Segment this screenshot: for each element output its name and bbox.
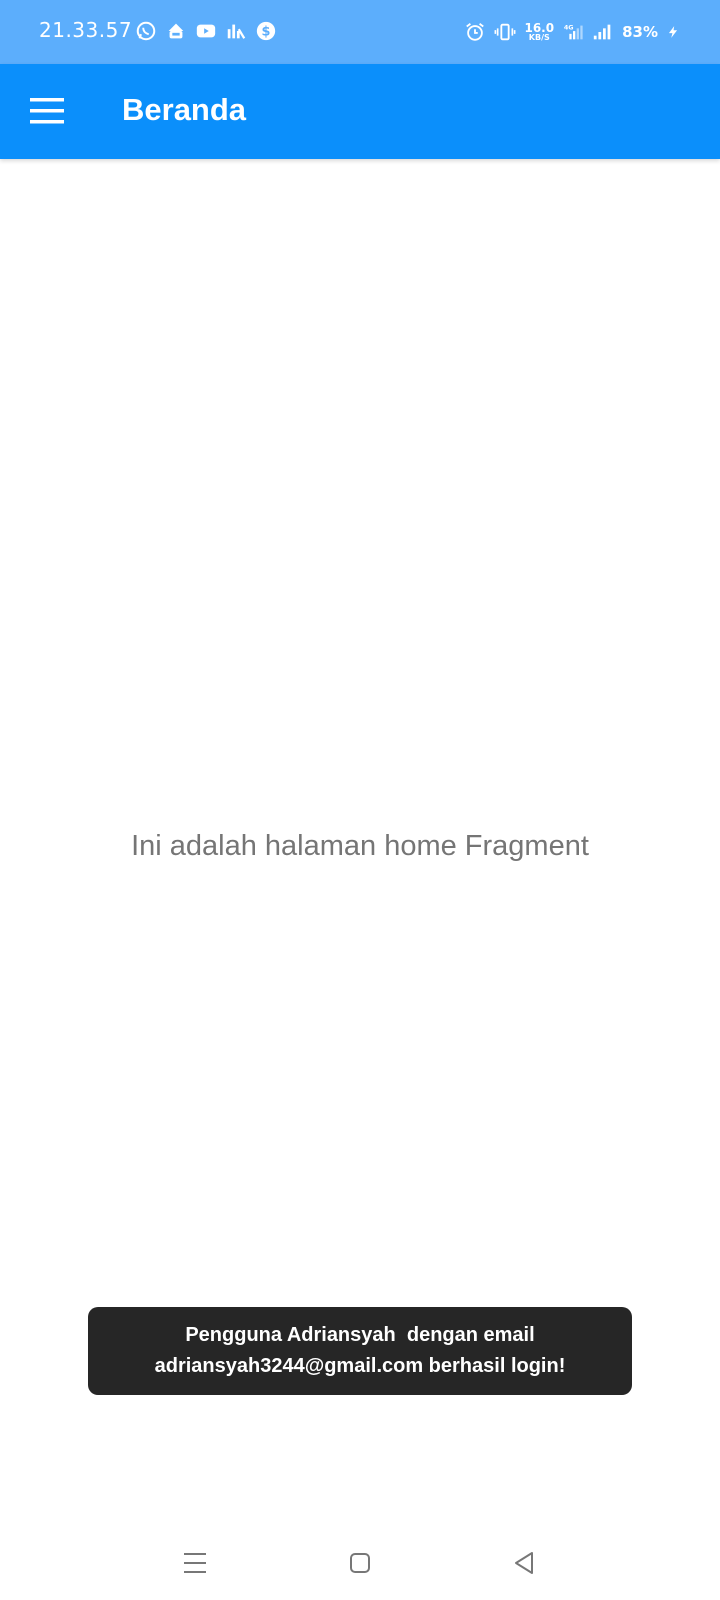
system-navigation-bar: [0, 1530, 720, 1600]
svg-text:4G: 4G: [564, 23, 574, 31]
page-title: Beranda: [122, 92, 247, 127]
svg-text:$: $: [262, 25, 271, 40]
alarm-icon: [466, 23, 485, 41]
dollar-icon: $: [256, 21, 276, 41]
system-status-icons: 16.0 KB/S 4G 83%: [464, 19, 680, 45]
whatsapp-icon: [136, 21, 156, 41]
back-icon[interactable]: [510, 1548, 540, 1578]
signal-icon: [593, 24, 611, 40]
charging-icon: [668, 26, 678, 38]
home-fragment-text: Ini adalah halaman home Fragment: [131, 830, 589, 862]
network-speed-unit: KB/S: [528, 33, 550, 42]
app-bar: Beranda: [0, 64, 720, 159]
stats-icon: [227, 24, 246, 39]
app-notification-icon: [168, 23, 184, 39]
status-bar: 21.33.57 $ 16.0 KB/S 4G 83%: [0, 0, 720, 64]
recent-apps-icon[interactable]: [180, 1548, 210, 1578]
network-speed: 16.0 KB/S: [524, 22, 554, 42]
home-icon[interactable]: [345, 1548, 375, 1578]
login-success-toast: Pengguna Adriansyah dengan email adrians…: [88, 1307, 632, 1395]
toast-line-2: adriansyah3244@gmail.com berhasil login!: [154, 1355, 566, 1377]
notification-icons: $: [135, 20, 277, 44]
youtube-icon: [196, 24, 216, 38]
4g-signal-icon: 4G: [564, 23, 583, 40]
status-time: 21.33.57: [39, 18, 133, 42]
toast-line-1: Pengguna Adriansyah dengan email: [185, 1324, 535, 1346]
battery-percentage: 83%: [622, 23, 658, 41]
vibrate-icon: [495, 23, 516, 41]
hamburger-menu-icon[interactable]: [30, 96, 64, 126]
